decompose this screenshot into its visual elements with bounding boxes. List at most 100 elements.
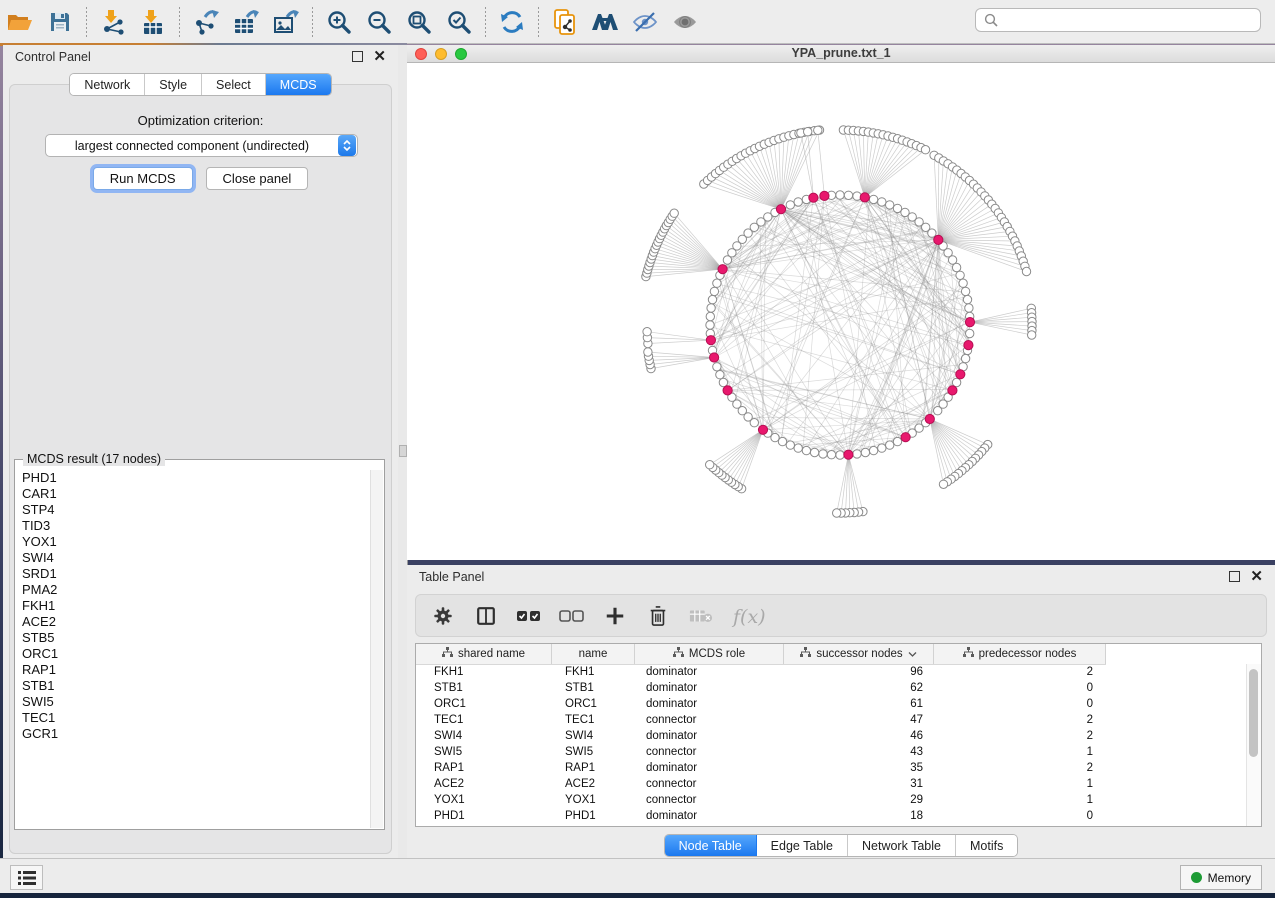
network-node[interactable] (716, 371, 724, 379)
mcds-result-item[interactable]: RAP1 (22, 662, 371, 678)
mcds-node[interactable] (776, 205, 785, 214)
open-file-icon[interactable] (0, 3, 40, 41)
hide-selected-icon[interactable] (625, 3, 665, 41)
table-row[interactable]: YOX1YOX1connector291 (416, 792, 1247, 808)
mcds-node[interactable] (844, 450, 853, 459)
table-row[interactable]: FKH1FKH1dominator962 (416, 664, 1247, 680)
mcds-result-item[interactable]: PMA2 (22, 582, 371, 598)
copy-network-icon[interactable] (545, 3, 585, 41)
network-node[interactable] (794, 198, 802, 206)
network-node[interactable] (708, 295, 716, 303)
column-header-shared-name[interactable]: shared name (416, 644, 552, 664)
network-node[interactable] (719, 378, 727, 386)
table-row[interactable]: ORC1ORC1dominator610 (416, 696, 1247, 712)
table-tab-node-table[interactable]: Node Table (665, 835, 757, 856)
network-node[interactable] (886, 441, 894, 449)
tab-network[interactable]: Network (70, 74, 145, 95)
network-node[interactable] (886, 201, 894, 209)
network-graph[interactable] (407, 63, 1275, 560)
network-node[interactable] (928, 229, 936, 237)
network-node[interactable] (961, 287, 969, 295)
column-header-MCDS-role[interactable]: MCDS role (635, 644, 784, 664)
network-node[interactable] (827, 451, 835, 459)
mcds-node[interactable] (710, 353, 719, 362)
mcds-node[interactable] (925, 414, 934, 423)
tab-select[interactable]: Select (202, 74, 266, 95)
network-node[interactable] (878, 444, 886, 452)
close-panel-icon[interactable]: ✕ (373, 52, 386, 61)
mcds-node[interactable] (718, 265, 727, 274)
export-image-icon[interactable] (266, 3, 306, 41)
network-node[interactable] (643, 328, 651, 336)
network-node[interactable] (853, 450, 861, 458)
network-node[interactable] (952, 263, 960, 271)
mcds-result-item[interactable]: STB1 (22, 678, 371, 694)
mcds-node[interactable] (948, 386, 957, 395)
memory-button[interactable]: Memory (1180, 865, 1262, 890)
network-node[interactable] (706, 321, 714, 329)
float-table-panel-icon[interactable] (1229, 571, 1240, 582)
network-node[interactable] (836, 191, 844, 199)
network-node[interactable] (1022, 267, 1030, 275)
network-node[interactable] (644, 348, 652, 356)
show-columns-icon[interactable] (473, 603, 499, 629)
table-scrollbar-thumb[interactable] (1249, 669, 1258, 757)
network-node[interactable] (966, 329, 974, 337)
mcds-node[interactable] (809, 193, 818, 202)
refresh-icon[interactable] (492, 3, 532, 41)
mcds-result-item[interactable]: GCR1 (22, 726, 371, 742)
float-panel-icon[interactable] (352, 51, 363, 62)
mcds-node[interactable] (860, 193, 869, 202)
network-node[interactable] (670, 209, 678, 217)
zoom-fit-icon[interactable] (399, 3, 439, 41)
network-node[interactable] (869, 195, 877, 203)
import-table-icon[interactable] (133, 3, 173, 41)
mcds-node[interactable] (820, 191, 829, 200)
network-node[interactable] (706, 312, 714, 320)
network-node[interactable] (939, 480, 947, 488)
splitter-grip[interactable] (399, 445, 407, 457)
run-mcds-button[interactable]: Run MCDS (93, 167, 193, 190)
mcds-result-item[interactable]: PHD1 (22, 470, 371, 486)
mcds-result-item[interactable]: FKH1 (22, 598, 371, 614)
maximize-window-icon[interactable] (455, 48, 467, 60)
export-network-icon[interactable] (186, 3, 226, 41)
network-node[interactable] (804, 128, 812, 136)
mcds-node[interactable] (964, 341, 973, 350)
network-node[interactable] (707, 304, 715, 312)
network-node[interactable] (844, 191, 852, 199)
table-settings-icon[interactable] (430, 603, 456, 629)
mcds-result-item[interactable]: SWI5 (22, 694, 371, 710)
minimize-window-icon[interactable] (435, 48, 447, 60)
network-node[interactable] (921, 146, 929, 154)
zoom-selected-icon[interactable] (439, 3, 479, 41)
delete-column-icon[interactable] (645, 603, 671, 629)
export-table-icon[interactable] (226, 3, 266, 41)
network-node[interactable] (814, 126, 822, 134)
import-network-icon[interactable] (93, 3, 133, 41)
tab-mcds[interactable]: MCDS (266, 74, 331, 95)
table-tab-edge-table[interactable]: Edge Table (757, 835, 848, 856)
network-node[interactable] (710, 287, 718, 295)
network-node[interactable] (794, 444, 802, 452)
table-row[interactable]: TEC1TEC1connector472 (416, 712, 1247, 728)
network-node[interactable] (786, 201, 794, 209)
network-node[interactable] (810, 448, 818, 456)
network-node[interactable] (934, 407, 942, 415)
close-panel-button[interactable]: Close panel (206, 167, 309, 190)
column-header-successor-nodes[interactable]: successor nodes (784, 644, 934, 664)
mcds-result-item[interactable]: ACE2 (22, 614, 371, 630)
table-scrollbar[interactable] (1246, 664, 1261, 826)
network-node[interactable] (706, 461, 714, 469)
network-node[interactable] (965, 304, 973, 312)
network-node[interactable] (959, 279, 967, 287)
mcds-result-item[interactable]: TEC1 (22, 710, 371, 726)
table-row[interactable]: PHD1PHD1dominator180 (416, 808, 1247, 824)
add-column-icon[interactable] (602, 603, 628, 629)
show-all-icon[interactable] (665, 3, 705, 41)
network-node[interactable] (952, 378, 960, 386)
select-all-icon[interactable] (516, 603, 542, 629)
network-node[interactable] (861, 448, 869, 456)
mcds-result-item[interactable]: STB5 (22, 630, 371, 646)
column-header-predecessor-nodes[interactable]: predecessor nodes (934, 644, 1106, 664)
